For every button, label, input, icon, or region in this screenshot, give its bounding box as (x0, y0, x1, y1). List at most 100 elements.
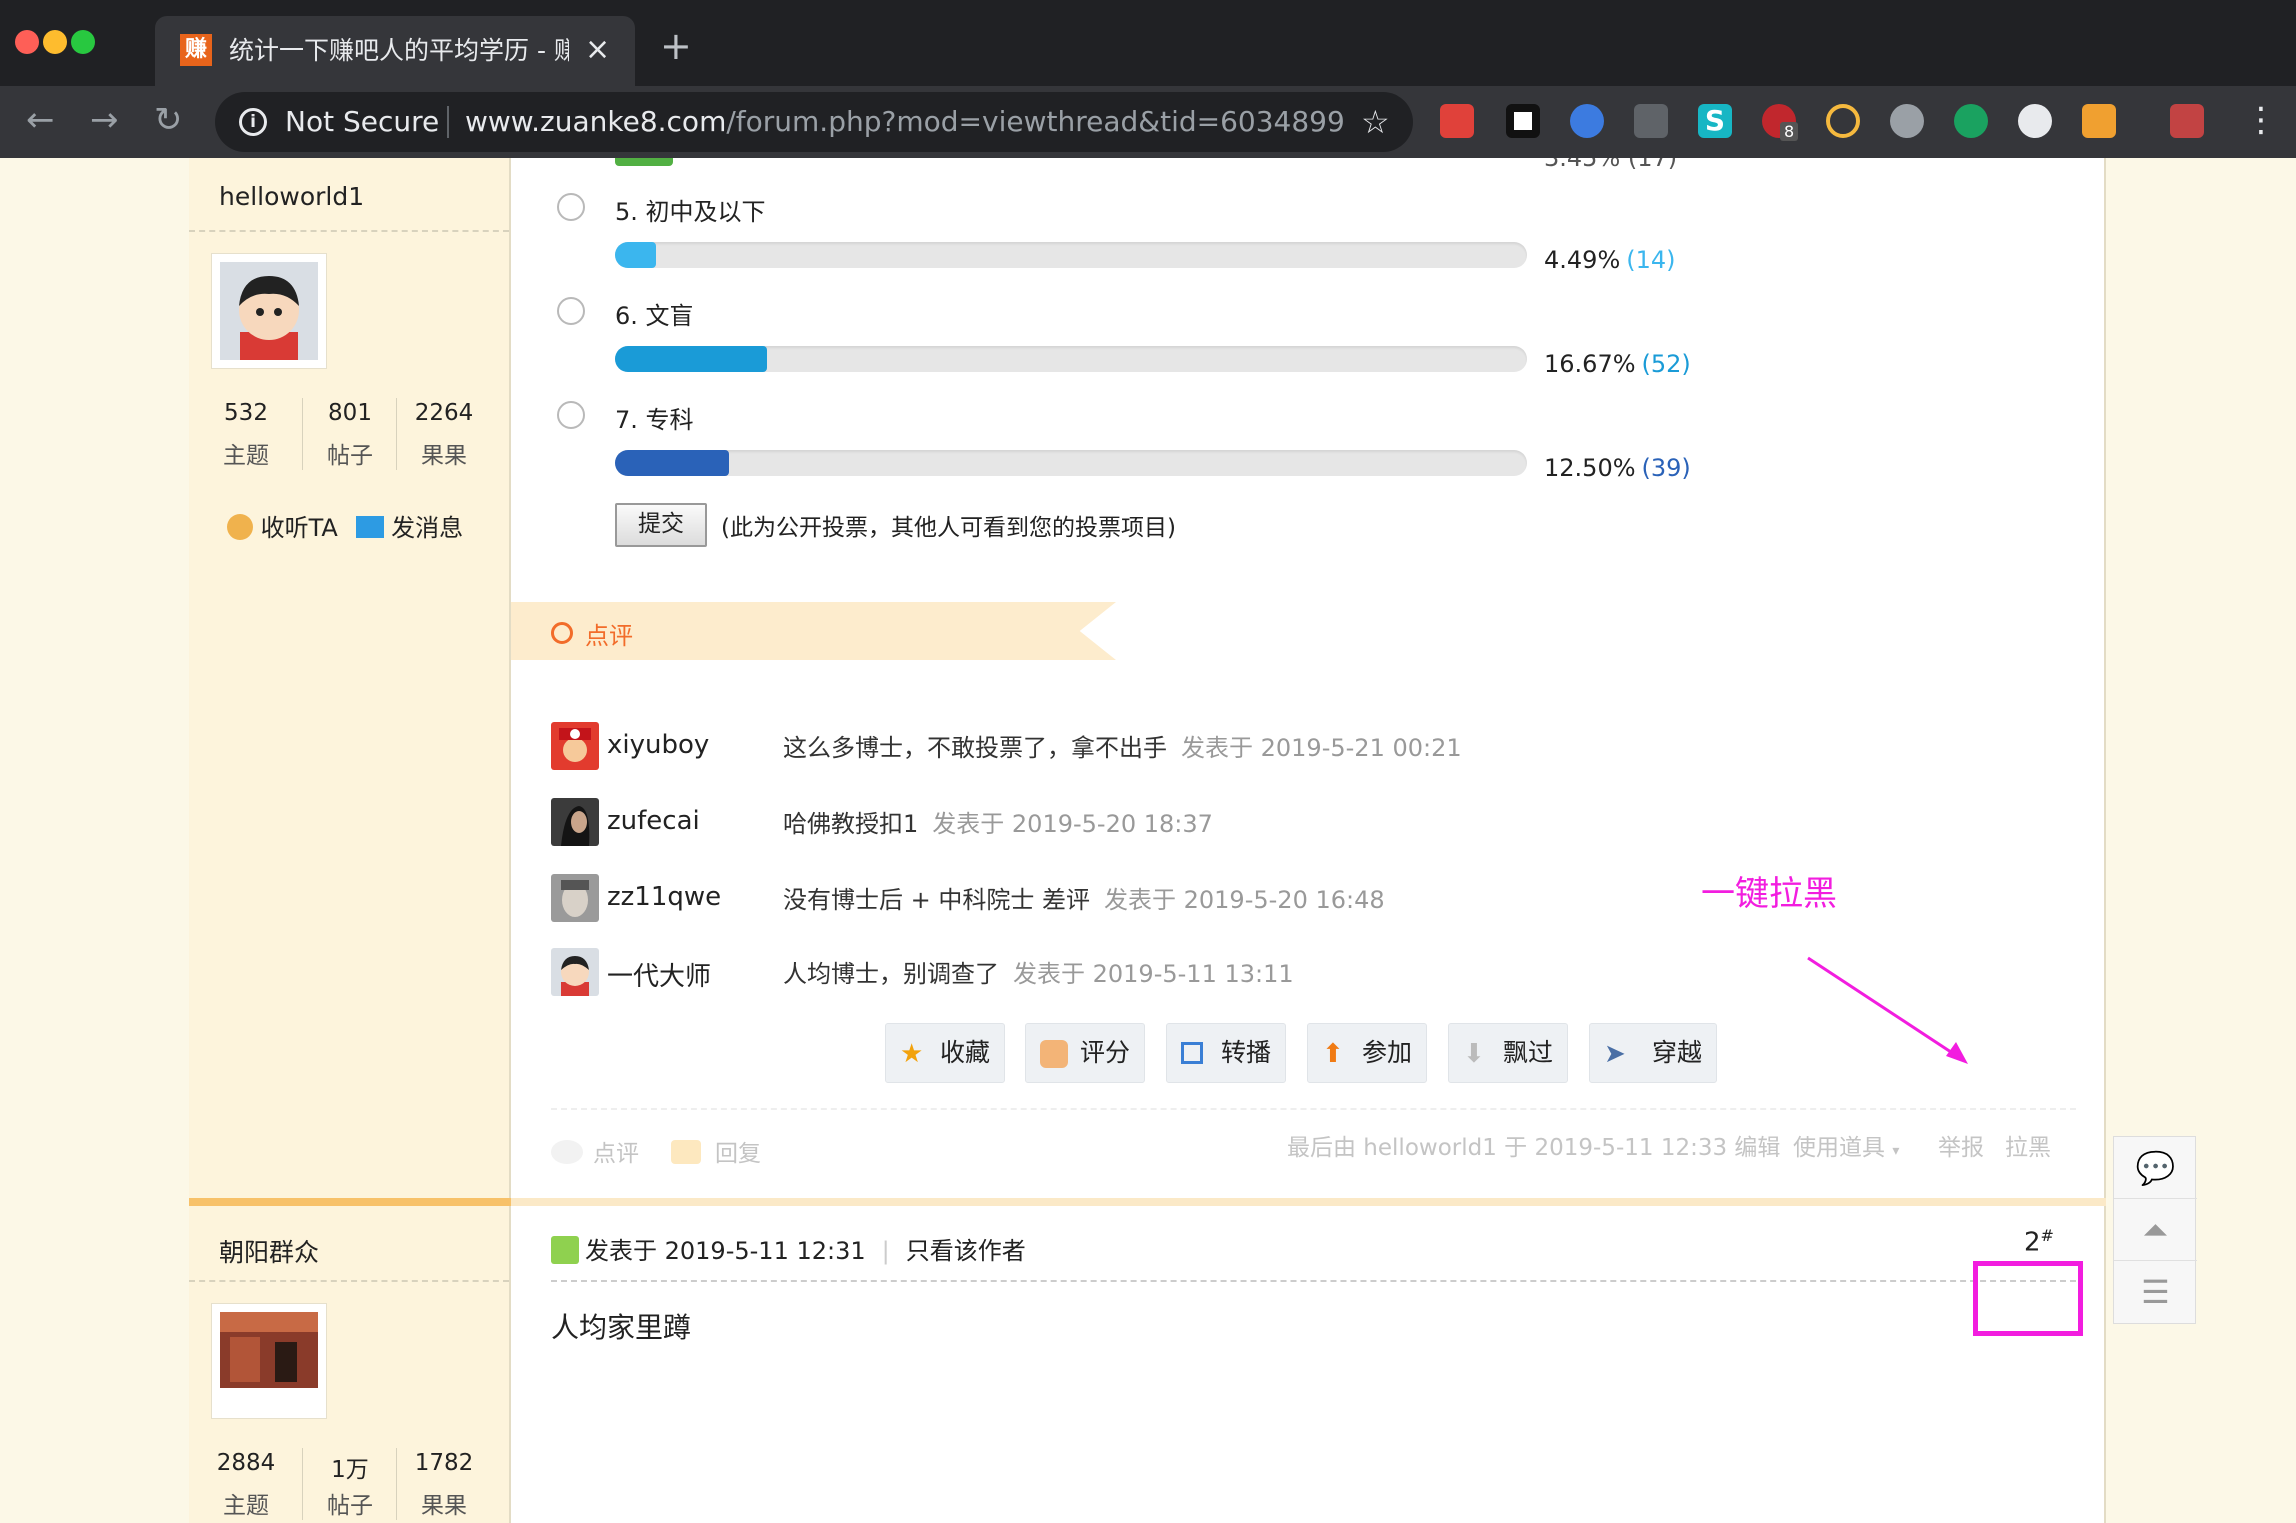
commenter-name[interactable]: 一代大师 (607, 956, 711, 993)
stat-value: 1782 (414, 1450, 474, 1476)
poll-bar-track (615, 450, 1527, 476)
share-button[interactable]: 转播 (1166, 1023, 1286, 1083)
comments-header: 点评 (511, 602, 1116, 660)
poll-option-radio[interactable] (557, 193, 585, 221)
menu-icon[interactable]: ⋮ (2244, 100, 2278, 140)
comment-content: 这么多博士，不敢投票了，拿不出手 发表于 2019-5-21 00:21 (783, 728, 1462, 763)
back-icon[interactable]: ← (26, 100, 55, 140)
avatar-image (220, 262, 318, 360)
meta-separator: | (881, 1237, 890, 1265)
pass-by-button[interactable]: ⬇ 飘过 (1448, 1023, 1568, 1083)
browser-tab-bar: 赚 统计一下赚吧人的平均学历 - 赚 × + (0, 0, 2296, 86)
zoom-window-button[interactable] (71, 30, 95, 54)
stat-value: 532 (224, 400, 268, 426)
poll-submit-button[interactable]: 提交 (615, 503, 707, 547)
tab-title: 统计一下赚吧人的平均学历 - 赚 (229, 36, 569, 65)
commenter-name[interactable]: xiyuboy (607, 730, 709, 760)
commenter-avatar[interactable] (551, 874, 599, 922)
extension-reader-icon[interactable] (1634, 104, 1668, 138)
comment-content: 没有博士后 + 中科院士 差评 发表于 2019-5-20 16:48 (783, 880, 1385, 915)
poll-option-radio[interactable] (557, 401, 585, 429)
reply-link[interactable]: 回复 (671, 1134, 761, 1168)
commenter-avatar[interactable] (551, 798, 599, 846)
avatar[interactable] (211, 253, 327, 369)
extension-puzzle-icon[interactable] (2170, 104, 2204, 138)
poll-count: (39) (1641, 454, 1691, 482)
post-meta: 发表于 2019-5-11 12:31 | 只看该作者 (551, 1231, 1026, 1266)
comment-link[interactable]: 点评 (551, 1134, 639, 1168)
extension-user-icon[interactable] (1954, 104, 1988, 138)
poll-option-label: 5. 初中及以下 (615, 198, 766, 226)
extension-notes-icon[interactable] (1440, 104, 1474, 138)
block-user-link[interactable]: 拉黑 (2005, 1128, 2051, 1162)
rate-button[interactable]: 评分 (1025, 1023, 1145, 1083)
forward-icon[interactable]: → (90, 100, 119, 140)
extension-circle-icon[interactable] (1570, 104, 1604, 138)
comment-date: 发表于 2019-5-11 13:11 (1013, 960, 1294, 988)
url-text[interactable]: www.zuanke8.com/forum.php?mod=viewthread… (465, 103, 1345, 141)
poll-option-label: 7. 专科 (615, 406, 694, 434)
stat-label: 帖子 (327, 1493, 373, 1519)
tab-close-icon[interactable]: × (585, 30, 610, 70)
extension-s-icon[interactable]: S (1698, 104, 1732, 138)
author-name[interactable]: 朝阳群众 (219, 1233, 319, 1269)
share-icon (1181, 1042, 1203, 1064)
reload-icon[interactable]: ↻ (154, 100, 183, 140)
envelope-icon (355, 516, 384, 538)
close-window-button[interactable] (15, 30, 39, 54)
author-name[interactable]: helloworld1 (219, 182, 364, 211)
comment-content: 人均博士，别调查了 发表于 2019-5-11 13:11 (783, 954, 1294, 989)
poll-percent: 4.49% (1544, 246, 1621, 274)
poll-bar-fill (615, 346, 767, 372)
stat-divider (396, 1448, 397, 1520)
extension-square-icon[interactable] (1506, 104, 1540, 138)
up-arrow-icon: ⬆ (1322, 1039, 1344, 1069)
travel-button[interactable]: ➤ 穿越 (1589, 1023, 1717, 1083)
extension-ublock-icon[interactable]: 8 (1762, 104, 1799, 141)
comment-row: zufecai 哈佛教授扣1 发表于 2019-5-20 18:37 (551, 798, 1751, 848)
travel-label: 穿越 (1652, 1038, 1703, 1067)
poll-public-note: (此为公开投票，其他人可看到您的投票项目) (721, 515, 1176, 541)
thumbs-up-icon (1040, 1040, 1068, 1068)
commenter-name[interactable]: zufecai (607, 806, 700, 836)
poll-percent: 16.67% (1544, 350, 1636, 378)
site-favicon-icon: 赚 (180, 34, 212, 66)
join-button[interactable]: ⬆ 参加 (1307, 1023, 1427, 1083)
commenter-avatar[interactable] (551, 722, 599, 770)
post-separator-left (189, 1198, 511, 1206)
browser-tab[interactable]: 赚 统计一下赚吧人的平均学历 - 赚 × (155, 16, 635, 86)
poll-bar-track (615, 346, 1527, 372)
new-tab-button[interactable]: + (660, 26, 692, 66)
extension-hand-icon[interactable] (2082, 104, 2116, 138)
list-icon[interactable]: ☰ (2114, 1261, 2197, 1323)
stat-label: 果果 (421, 1493, 467, 1519)
url-path: /forum.php?mod=viewthread&tid=6034899 (726, 105, 1345, 138)
post-body: 人均家里蹲 (551, 1311, 692, 1344)
info-icon[interactable]: i (239, 108, 267, 136)
follow-link[interactable]: 收听TA (261, 514, 338, 542)
extension-arrow-icon[interactable] (2018, 104, 2052, 138)
address-bar[interactable]: i Not Secure www.zuanke8.com/forum.php?m… (215, 92, 1413, 152)
pass-by-label: 飘过 (1503, 1038, 1554, 1067)
commenter-avatar[interactable] (551, 948, 599, 996)
back-to-top-icon[interactable]: ⏶ (2114, 1199, 2197, 1261)
comment-link-label: 点评 (593, 1141, 639, 1167)
minimize-window-button[interactable] (43, 30, 67, 54)
poll-bar-fill-partial (615, 158, 673, 166)
quick-reply-icon[interactable]: 💬 (2114, 1137, 2197, 1199)
favorite-button[interactable]: ★ 收藏 (885, 1023, 1005, 1083)
poll-result: 4.49% (14) (1544, 246, 1676, 274)
poll-option-radio[interactable] (557, 297, 585, 325)
not-secure-label[interactable]: Not Secure (285, 103, 439, 141)
comment-text: 人均博士，别调查了 (783, 960, 999, 988)
bookmark-star-icon[interactable]: ☆ (1361, 102, 1390, 142)
extension-bulb-icon[interactable] (1826, 104, 1860, 138)
url-host: www.zuanke8.com (465, 105, 727, 138)
extension-film-icon[interactable] (1890, 104, 1924, 138)
comment-content: 哈佛教授扣1 发表于 2019-5-20 18:37 (783, 804, 1213, 839)
poll-count: (14) (1626, 246, 1676, 274)
commenter-name[interactable]: zz11qwe (607, 882, 721, 912)
avatar[interactable] (211, 1303, 327, 1419)
only-author-link[interactable]: 只看该作者 (906, 1237, 1026, 1265)
send-message-link[interactable]: 发消息 (391, 514, 463, 542)
